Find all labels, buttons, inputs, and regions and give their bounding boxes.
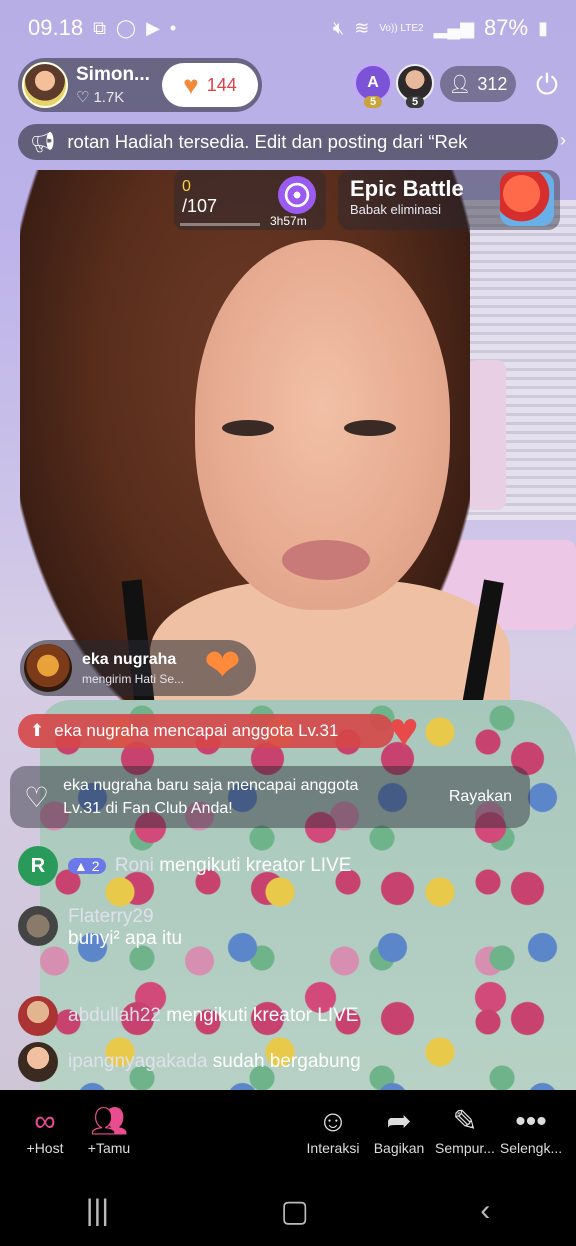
chat-avatar [18, 1042, 58, 1082]
goal-progress-bar [180, 223, 260, 226]
back-icon[interactable]: ‹ [480, 1194, 490, 1228]
streamer-eye [222, 420, 274, 436]
chat-user: Roni [114, 855, 154, 876]
chat-avatar: R [18, 846, 58, 886]
streamer-lips [282, 540, 370, 580]
gift-text: mengirim Hati Se... [82, 671, 185, 686]
megaphone-icon: 📢︎ [30, 131, 56, 154]
gifter-name: eka nugraha [82, 650, 177, 668]
tool-label: +Tamu [87, 1140, 131, 1156]
clock: 09.18 [28, 15, 84, 40]
chat-user: ipangnyagakada [68, 1051, 208, 1072]
level-badge: ▲ 2 [68, 858, 106, 874]
top-viewer-avatar[interactable]: A 5 [354, 64, 392, 108]
end-live-power-icon[interactable]: ⏻ [528, 66, 566, 104]
chat-text: mengikuti kreator LIVE [166, 1005, 359, 1026]
person-icon: 👤︎ [448, 73, 472, 94]
youtube-icon: ▶ [146, 17, 160, 38]
wifi-icon: ≋ [354, 17, 370, 38]
tool-label: Bagikan [373, 1140, 425, 1156]
chat-message[interactable]: abdullah22 mengikuti kreator LIVE [18, 996, 558, 1036]
chat-text: mengikuti kreator LIVE [159, 855, 352, 876]
battery-icon: ▮ [538, 17, 548, 38]
celebrate-button[interactable]: Rayakan [445, 782, 516, 812]
signal-icon: ▂▄▆ [433, 17, 475, 38]
boxing-glove-icon [500, 172, 554, 226]
fan-club-text: eka nugraha baru saja mencapai anggota L… [63, 777, 359, 817]
viewer-level: 5 [405, 96, 425, 108]
host-pill[interactable]: Simon... ♡ 1.7K ♥ 144 [18, 58, 262, 112]
viewer-level: 5 [363, 96, 383, 108]
viewer-count[interactable]: 👤︎ 312 [440, 66, 516, 102]
chevron-right-icon[interactable]: › [560, 130, 566, 151]
tool-label: +Host [26, 1140, 64, 1156]
dot-icon: • [169, 17, 177, 38]
tool-label: Interaksi [306, 1140, 360, 1156]
chat-avatar [18, 996, 58, 1036]
link-icon: ∞ [34, 1105, 56, 1138]
heart-icon: ♥ [183, 69, 199, 100]
magic-wand-icon: ✎ [452, 1105, 478, 1138]
chat-avatar [18, 906, 58, 946]
chat-user: abdullah22 [68, 1005, 161, 1026]
viewer-initial: A [367, 74, 379, 91]
host-name: Simon... [76, 64, 150, 85]
heart-count: 144 [206, 74, 237, 95]
recents-icon[interactable]: ||| [86, 1194, 109, 1228]
top-viewer-avatar[interactable]: 5 [396, 64, 434, 108]
badge-value: 2 [91, 858, 100, 874]
target-icon [278, 176, 316, 214]
system-nav-bar: ||| ▢ ‹ [0, 1176, 576, 1246]
fan-club-heart-icon: ♥ [389, 702, 419, 758]
chat-user: Flaterry29 [68, 906, 154, 927]
gifter-avatar [24, 644, 72, 692]
chat-text: bunyi² apa itu [68, 928, 183, 949]
heart-gift-button[interactable]: ♥ 144 [162, 63, 258, 107]
network-label: Vo)) LTE2 [379, 22, 424, 34]
arrow-up-icon: ⬆ [30, 721, 45, 740]
tool-label: Sempur... [435, 1140, 495, 1156]
interaction-button[interactable]: ☺ Interaksi [298, 1104, 368, 1156]
level-up-banner[interactable]: ⬆ eka nugraha mencapai anggota Lv.31 [18, 714, 394, 748]
host-avatar[interactable] [22, 62, 68, 108]
chat-message[interactable]: Flaterry29 bunyi² apa itu [18, 906, 558, 950]
add-host-button[interactable]: ∞ +Host [10, 1104, 80, 1156]
share-icon: ➦ [386, 1105, 412, 1138]
status-bar: 09.18 ⧉ ◯ ▶ • 🔇︎ ≋ Vo)) LTE2 ▂▄▆ 87% ▮ [0, 0, 576, 56]
screenshot-icon: ⧉ [93, 17, 106, 38]
interaction-icon: ☺ [317, 1105, 349, 1138]
share-button[interactable]: ➦ Bagikan [364, 1104, 434, 1156]
chat-message[interactable]: ipangnyagakada sudah bergabung [18, 1042, 558, 1082]
more-button[interactable]: ••• Selengk... [496, 1104, 566, 1156]
more-icon: ••• [515, 1105, 547, 1138]
battery-percent: 87% [484, 15, 529, 40]
announcement-bar[interactable]: 📢︎ rotan Hadiah tersedia. Edit dan posti… [18, 124, 558, 160]
heart-outline-icon: ♡ [76, 89, 90, 106]
bottom-toolbar: ∞ +Host 👥︎ +Tamu ☺ Interaksi ➦ Bagikan ✎… [0, 1090, 576, 1170]
chat-message[interactable]: R ▲ 2 Roni mengikuti kreator LIVE [18, 846, 558, 886]
chat-text: sudah bergabung [212, 1051, 361, 1072]
goal-timer: 3h57m [270, 214, 307, 228]
heart-outline-icon: ♡ [24, 781, 50, 813]
background-chair [466, 360, 506, 510]
mute-icon: 🔇︎ [332, 17, 345, 38]
fan-club-card: ♡ eka nugraha baru saja mencapai anggota… [10, 766, 530, 828]
streamer-eye [344, 420, 396, 436]
host-likes: 1.7K [93, 88, 125, 106]
enhance-button[interactable]: ✎ Sempur... [430, 1104, 500, 1156]
add-guest-button[interactable]: 👥︎ +Tamu [74, 1104, 144, 1156]
viewer-count-value: 312 [477, 73, 508, 94]
gift-heart-icon: ❤ [204, 641, 241, 690]
guests-icon: 👥︎ [89, 1105, 129, 1138]
whatsapp-icon: ◯ [115, 17, 137, 38]
tool-label: Selengk... [499, 1140, 563, 1156]
level-up-text: eka nugraha mencapai anggota Lv.31 [54, 721, 339, 740]
announcement-text: rotan Hadiah tersedia. Edit dan posting … [67, 131, 468, 152]
home-icon[interactable]: ▢ [281, 1194, 309, 1229]
